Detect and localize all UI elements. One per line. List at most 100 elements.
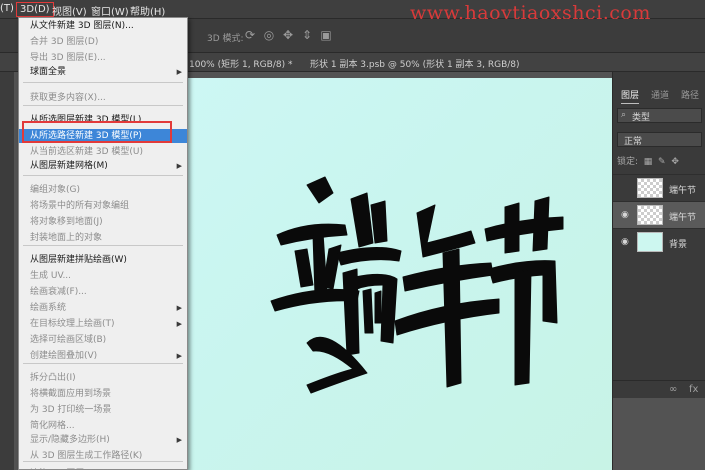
- menu-item-label: 在目标纹理上绘画(T): [30, 319, 115, 329]
- lock-row: 锁定: ▦ ✎ ✥: [617, 154, 705, 168]
- eye-icon[interactable]: ◉: [621, 237, 631, 247]
- menu-item[interactable]: 将横截面应用到场景: [19, 387, 187, 401]
- 3d-dropdown-menu: 从文件新建 3D 图层(N)... 合并 3D 图层(D) 导出 3D 图层(E).…: [18, 17, 188, 470]
- menu-separator: [23, 175, 183, 176]
- menu-separator: [23, 82, 183, 83]
- menu-item-label: 从图层新建网格(M): [30, 161, 108, 171]
- menu-item-label: 从 3D 图层生成工作路径(K): [30, 451, 143, 461]
- tab-layers[interactable]: 图层: [621, 88, 640, 104]
- calligraphy-artwork: [270, 176, 564, 394]
- roll-3d-icon[interactable]: ◎: [262, 28, 276, 42]
- menu-item[interactable]: 将场景中的所有对象编组: [19, 199, 187, 213]
- menu-item-label: 从文件新建 3D 图层(N)...: [30, 21, 134, 31]
- menu-item-label: 球面全景: [30, 67, 67, 77]
- annotation-highlight-box: [22, 121, 172, 143]
- menu-item[interactable]: 简化网格...: [19, 419, 187, 433]
- menu-separator: [23, 105, 183, 106]
- submenu-arrow-icon: ▶: [176, 68, 182, 76]
- menu-item[interactable]: 拆分凸出(I): [19, 371, 187, 385]
- menu-item-label: 获取更多内容(X)...: [30, 93, 106, 103]
- menu-item-label: 绘画系统: [30, 303, 67, 313]
- lock-position-icon[interactable]: ✥: [668, 157, 679, 167]
- menu-item[interactable]: 导出 3D 图层(E)...: [19, 51, 187, 65]
- menu-window[interactable]: 窗口(W): [91, 3, 129, 18]
- submenu-arrow-icon: ▶: [176, 320, 182, 328]
- menu-item-label: 将对象移到地面(J): [30, 217, 103, 227]
- menu-item[interactable]: 选择可绘画区域(B): [19, 333, 187, 347]
- blend-mode-select[interactable]: 正常: [617, 132, 702, 147]
- tab-channels[interactable]: 通道: [651, 88, 669, 101]
- menu-item-label: 从图层新建拼贴绘画(W): [30, 255, 127, 265]
- tab-document-2[interactable]: 形状 1 副本 3.psb @ 50% (形状 1 副本 3, RGB/8): [310, 57, 520, 70]
- menu-item[interactable]: 从图层新建拼贴绘画(W): [19, 253, 187, 267]
- rotate-3d-icon[interactable]: ⟳: [243, 28, 257, 42]
- menu-item-label: 为 3D 打印统一场景: [30, 405, 112, 415]
- tools-panel: [0, 72, 14, 470]
- 3d-mode-label: 3D 模式:: [207, 34, 244, 44]
- layer-row[interactable]: ◉ 背景: [613, 228, 705, 255]
- menu-type[interactable]: (T): [0, 3, 14, 14]
- menu-item-label: 封装地面上的对象: [30, 233, 103, 243]
- lock-transparent-icon[interactable]: ▦: [641, 157, 653, 167]
- menu-item[interactable]: 球面全景 ▶: [19, 65, 187, 79]
- visibility-toggle[interactable]: [621, 183, 631, 193]
- layer-filter-value: 类型: [632, 113, 651, 123]
- lock-pixels-icon[interactable]: ✎: [655, 157, 666, 167]
- layers-panel: 图层 通道 路径 ⌕ 类型 正常 锁定: ▦ ✎ ✥ 端午节 ◉ 端午节 ◉ 背…: [612, 72, 705, 470]
- menu-item[interactable]: 合并 3D 图层(D): [19, 35, 187, 49]
- panel-tabs: 图层 通道 路径: [613, 80, 705, 104]
- submenu-arrow-icon: ▶: [176, 304, 182, 312]
- submenu-arrow-icon: ▶: [176, 162, 182, 170]
- layer-thumbnail: [637, 232, 663, 252]
- tab-document-1[interactable]: 100% (矩形 1, RGB/8) *: [189, 57, 292, 70]
- menu-3d[interactable]: 3D(D): [16, 2, 54, 17]
- menu-item-label: 合并 3D 图层(D): [30, 37, 99, 47]
- menu-item[interactable]: 创建绘图叠加(V) ▶: [19, 349, 187, 363]
- canvas[interactable]: [187, 78, 612, 470]
- menu-item[interactable]: 为 3D 打印统一场景: [19, 403, 187, 417]
- menu-item[interactable]: 生成 UV...: [19, 269, 187, 283]
- menu-item[interactable]: 在目标纹理上绘画(T) ▶: [19, 317, 187, 331]
- panel-footer: ∞ fx: [613, 380, 705, 398]
- blend-mode-value: 正常: [624, 137, 643, 147]
- menu-item[interactable]: 从图层新建网格(M) ▶: [19, 159, 187, 173]
- menu-help[interactable]: 帮助(H): [130, 3, 165, 18]
- slide-3d-icon[interactable]: ⇕: [300, 28, 314, 42]
- eye-icon[interactable]: ◉: [621, 210, 631, 220]
- menu-item-label: 创建绘图叠加(V): [30, 351, 98, 361]
- menu-item[interactable]: 从文件新建 3D 图层(N)...: [19, 19, 187, 33]
- fx-icon[interactable]: fx: [689, 384, 698, 395]
- pan-3d-icon[interactable]: ✥: [281, 28, 295, 42]
- scale-3d-icon[interactable]: ▣: [319, 28, 333, 42]
- panel-empty-area: [613, 398, 705, 470]
- submenu-arrow-icon: ▶: [176, 436, 182, 444]
- menu-item[interactable]: 获取更多内容(X)...: [19, 91, 187, 105]
- menu-item[interactable]: 封装地面上的对象: [19, 231, 187, 245]
- menu-item-label: 显示/隐藏多边形(H): [30, 435, 110, 445]
- layer-filter-select[interactable]: ⌕ 类型: [617, 108, 702, 123]
- menu-item-label: 选择可绘画区域(B): [30, 335, 107, 345]
- menu-item[interactable]: 绘画系统 ▶: [19, 301, 187, 315]
- menu-item[interactable]: 将对象移到地面(J): [19, 215, 187, 229]
- menu-item-label: 拆分凸出(I): [30, 373, 76, 383]
- layer-name: 端午节: [669, 186, 697, 196]
- menu-item[interactable]: 从当前选区新建 3D 模型(U): [19, 145, 187, 159]
- menu-item[interactable]: 显示/隐藏多边形(H) ▶: [19, 433, 187, 447]
- layer-row[interactable]: ◉ 端午节: [613, 201, 705, 228]
- lock-label: 锁定:: [617, 157, 639, 167]
- menu-item-label: 编组对象(G): [30, 185, 80, 195]
- menu-item-label: 绘画衰减(F)...: [30, 287, 87, 297]
- link-icon[interactable]: ∞: [669, 384, 677, 395]
- menu-view[interactable]: 视图(V): [52, 3, 87, 18]
- menu-item[interactable]: 编组对象(G): [19, 183, 187, 197]
- layer-thumbnail: [637, 178, 663, 198]
- layer-row[interactable]: 端午节: [613, 174, 705, 201]
- tab-paths[interactable]: 路径: [681, 88, 699, 101]
- menu-item-label: 将场景中的所有对象编组: [30, 201, 130, 211]
- menu-separator: [23, 245, 183, 246]
- menu-item-label: 导出 3D 图层(E)...: [30, 53, 106, 63]
- menu-item-label: 将横截面应用到场景: [30, 389, 112, 399]
- menu-separator: [23, 363, 183, 364]
- menu-item[interactable]: 绘画衰减(F)...: [19, 285, 187, 299]
- layer-thumbnail: [637, 205, 663, 225]
